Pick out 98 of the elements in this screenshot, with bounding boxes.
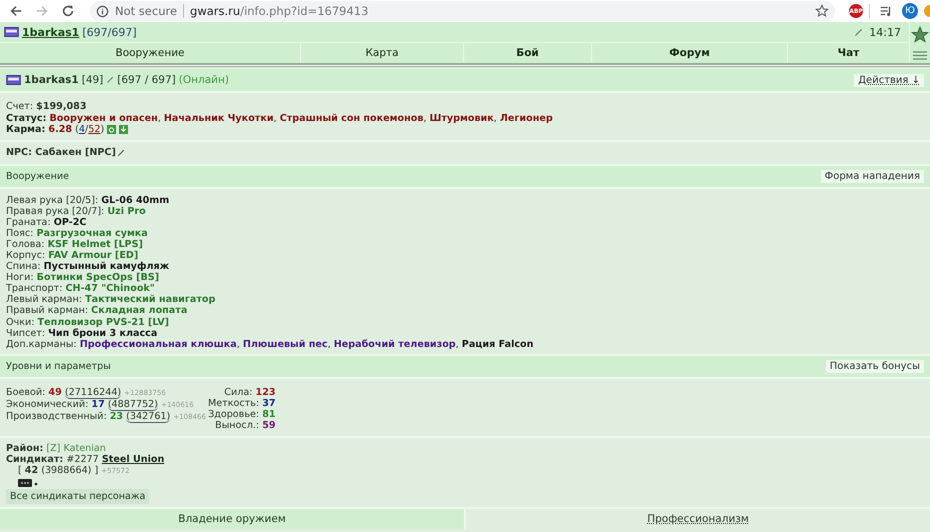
item-link[interactable]: OP-2C bbox=[54, 216, 86, 228]
player-name: 1barkas1 bbox=[24, 74, 79, 86]
item-link[interactable]: Тепловизор PVS-21 [LV] bbox=[38, 316, 170, 328]
star-icon[interactable] bbox=[911, 26, 929, 44]
flag-icon bbox=[6, 75, 21, 85]
level-value: 17 bbox=[91, 398, 105, 410]
level-value: 23 bbox=[110, 410, 124, 422]
slot-label: Левый карман: bbox=[6, 294, 82, 306]
param-label: Меткость: bbox=[208, 398, 260, 409]
item-separator: , bbox=[236, 338, 241, 350]
slot-label: Граната: bbox=[6, 216, 51, 228]
media-playlist-icon[interactable] bbox=[879, 4, 893, 18]
security-label: Not secure bbox=[115, 4, 178, 18]
player-hp: [697 / 697] bbox=[117, 74, 176, 86]
level-value: 49 bbox=[48, 386, 62, 398]
item-link[interactable]: Uzi Pro bbox=[107, 206, 146, 217]
section-title: Вооружение bbox=[6, 170, 70, 182]
syndicate-label: Синдикат: bbox=[6, 454, 64, 466]
pen-icon bbox=[106, 76, 114, 84]
slot-label: Левая рука [20/5]: bbox=[6, 194, 98, 206]
param-value: 123 bbox=[256, 386, 276, 398]
item-link[interactable]: FAV Armour [ED] bbox=[48, 250, 138, 261]
slot-label: Транспорт: bbox=[6, 283, 62, 294]
level-label: Экономический: bbox=[6, 398, 88, 410]
item-link[interactable]: Разгрузочная сумка bbox=[36, 228, 148, 239]
info-icon[interactable] bbox=[96, 4, 109, 18]
param-value: 37 bbox=[262, 398, 276, 409]
karma-value: 6.28 bbox=[48, 124, 72, 135]
param-value: 59 bbox=[262, 420, 276, 431]
karma-label: Карма: bbox=[6, 124, 46, 135]
hp-text: [697/697] bbox=[82, 26, 137, 38]
section-title: Уровни и параметры bbox=[6, 360, 111, 372]
actions-button[interactable]: Действия ↓ bbox=[854, 74, 924, 86]
item-link[interactable]: Тактический навигатор bbox=[85, 294, 216, 306]
account-label: Счет: bbox=[6, 101, 34, 112]
slot-label: Доп.карманы: bbox=[6, 338, 77, 350]
item-link[interactable]: Чип брони 3 класса bbox=[48, 328, 158, 339]
url-text: gwars.ru/info.php?id=1679413 bbox=[190, 4, 368, 18]
item-link[interactable]: Профессиональная клюшка bbox=[80, 338, 237, 350]
item-separator: , bbox=[328, 338, 332, 350]
show-bonuses-button[interactable]: Показать бонусы bbox=[826, 360, 924, 373]
slot-label: Пояс: bbox=[6, 228, 34, 239]
bookmark-star-icon[interactable] bbox=[815, 4, 829, 18]
clock-time: 14:17 bbox=[869, 26, 901, 38]
nav-link[interactable]: Чат bbox=[788, 43, 909, 63]
item-link[interactable]: GL-06 40mm bbox=[101, 194, 170, 206]
item-link[interactable]: Плюшевый пес bbox=[242, 338, 328, 350]
slot-label: Спина: bbox=[6, 261, 41, 272]
attack-form-button[interactable]: Форма нападения bbox=[820, 170, 924, 182]
item-link[interactable]: KSF Helmet [LPS] bbox=[48, 238, 143, 250]
experience-value: (4887752) bbox=[108, 398, 158, 411]
pen-icon bbox=[116, 148, 125, 156]
item-link[interactable]: Ботинки SpecOps [BS] bbox=[36, 272, 160, 284]
level-label: Производственный: bbox=[6, 410, 107, 422]
syndicate-link[interactable]: Steel Union bbox=[102, 454, 164, 466]
param-label: Сила: bbox=[224, 386, 252, 398]
district-label: Район: bbox=[6, 442, 44, 454]
syndicate-number: #2277 bbox=[66, 454, 99, 466]
npc-text: NPC: Сабакен [NPC] bbox=[6, 147, 116, 158]
section-tab[interactable]: Профессионализм bbox=[466, 508, 930, 529]
item-link[interactable]: Пустынный камуфляж bbox=[44, 261, 170, 272]
item-link[interactable]: Складная лопата bbox=[91, 305, 188, 316]
item-link[interactable]: CH-47 "Chinook" bbox=[66, 283, 155, 294]
status-line: Статус: Вооружен и опасен, Начальник Чукотки, Страшный сон покемонов, Штурмовик, Легионер bbox=[6, 112, 553, 124]
flag-icon bbox=[4, 27, 19, 37]
slot-label: Голова: bbox=[6, 238, 44, 250]
level-label: Боевой: bbox=[6, 386, 46, 398]
param-value: 81 bbox=[262, 408, 276, 420]
address-bar[interactable]: Not secure gwars.ru/info.php?id=1679413 bbox=[90, 1, 835, 21]
slot-label: Очки: bbox=[6, 316, 34, 328]
reload-icon[interactable] bbox=[61, 4, 75, 18]
slot-label: Корпус: bbox=[6, 250, 46, 261]
karma-votes: (4/52) bbox=[75, 124, 104, 135]
param-label: Выносл.: bbox=[215, 420, 260, 431]
back-icon[interactable] bbox=[9, 4, 23, 18]
item-separator: , bbox=[456, 338, 460, 350]
syndicate-level: [ 42 (3988664) ] bbox=[18, 465, 98, 476]
menu-icon[interactable] bbox=[913, 50, 927, 60]
profile-avatar[interactable]: Ю bbox=[902, 3, 918, 19]
slot-label: Правый карман: bbox=[6, 305, 88, 316]
slot-label: Ноги: bbox=[6, 272, 34, 284]
experience-value: (27116244) bbox=[64, 386, 122, 399]
account-value: $199,083 bbox=[36, 101, 87, 112]
syndicate-badge-icon bbox=[18, 478, 38, 488]
player-link[interactable]: 1barkas1 bbox=[22, 26, 80, 38]
section-tab[interactable]: Владение оружием bbox=[0, 508, 466, 529]
item-link[interactable]: Рация Falcon bbox=[462, 338, 534, 350]
camera-icon[interactable] bbox=[107, 124, 116, 134]
item-link[interactable]: Нерабочий телевизор bbox=[334, 338, 456, 350]
slot-label: Правая рука [20/7]: bbox=[6, 206, 104, 217]
download-icon[interactable] bbox=[119, 124, 128, 134]
slot-label: Чипсет: bbox=[6, 328, 46, 339]
online-status: (Онлайн) bbox=[178, 74, 229, 86]
param-label: Здоровье: bbox=[208, 408, 260, 420]
experience-value: (342761) bbox=[126, 410, 170, 423]
pen-icon bbox=[854, 28, 864, 36]
player-level: [49] bbox=[82, 74, 104, 86]
all-syndicates-button[interactable]: Все синдикаты персонажа bbox=[6, 488, 150, 504]
